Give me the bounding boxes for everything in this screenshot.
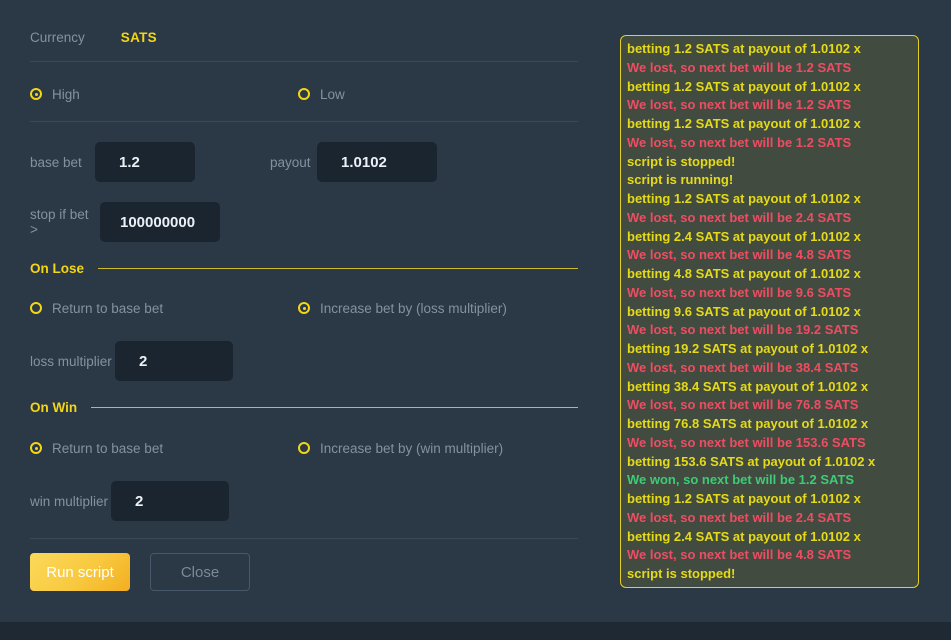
win-return-base-label: Return to base bet xyxy=(52,441,163,456)
lose-increase-label: Increase bet by (loss multiplier) xyxy=(320,301,507,316)
close-button[interactable]: Close xyxy=(150,553,250,591)
run-script-button[interactable]: Run script xyxy=(30,553,130,591)
script-log[interactable]: betting 1.2 SATS at payout of 1.0102 xWe… xyxy=(620,35,919,588)
win-multiplier-input[interactable] xyxy=(111,481,229,521)
stop-bet-row: stop if bet > xyxy=(30,202,220,242)
log-line: We lost, so next bet will be 2.4 SATS xyxy=(627,509,912,528)
low-radio-label: Low xyxy=(320,87,345,102)
win-increase-radio[interactable]: Increase bet by (win multiplier) xyxy=(298,441,503,456)
section-rule xyxy=(91,407,578,408)
direction-radio-group: High Low xyxy=(30,85,578,103)
log-line: script is running! xyxy=(627,171,912,190)
log-line: betting 2.4 SATS at payout of 1.0102 x xyxy=(627,228,912,247)
divider xyxy=(30,121,578,122)
loss-multiplier-row: loss multiplier xyxy=(30,341,233,381)
log-line: We lost, so next bet will be 1.2 SATS xyxy=(627,134,912,153)
base-bet-input[interactable] xyxy=(95,142,195,182)
page-background-strip xyxy=(0,622,951,640)
payout-input[interactable] xyxy=(317,142,437,182)
win-multiplier-row: win multiplier xyxy=(30,481,229,521)
divider xyxy=(30,538,578,539)
log-line: betting 2.4 SATS at payout of 1.0102 x xyxy=(627,528,912,547)
radio-selected-icon xyxy=(30,88,42,100)
lose-increase-radio[interactable]: Increase bet by (loss multiplier) xyxy=(298,301,507,316)
log-line: betting 153.6 SATS at payout of 1.0102 x xyxy=(627,453,912,472)
script-settings-panel: Currency SATS High Low base bet payout s… xyxy=(0,0,600,622)
log-line: betting 1.2 SATS at payout of 1.0102 x xyxy=(627,190,912,209)
on-win-title: On Win xyxy=(30,400,77,415)
radio-selected-icon xyxy=(298,302,310,314)
loss-multiplier-input[interactable] xyxy=(115,341,233,381)
high-radio[interactable]: High xyxy=(30,87,80,102)
section-rule xyxy=(98,268,578,269)
log-line: script is stopped! xyxy=(627,565,912,584)
loss-multiplier-label: loss multiplier xyxy=(30,354,115,369)
radio-unselected-icon xyxy=(30,302,42,314)
radio-unselected-icon xyxy=(298,88,310,100)
bet-settings-row: base bet payout xyxy=(30,142,578,182)
on-lose-title: On Lose xyxy=(30,261,84,276)
log-line: betting 9.6 SATS at payout of 1.0102 x xyxy=(627,303,912,322)
log-line: We lost, so next bet will be 1.2 SATS xyxy=(627,96,912,115)
log-line: betting 38.4 SATS at payout of 1.0102 x xyxy=(627,378,912,397)
currency-label: Currency xyxy=(30,30,85,45)
on-win-radio-group: Return to base bet Increase bet by (win … xyxy=(30,439,578,457)
on-lose-radio-group: Return to base bet Increase bet by (loss… xyxy=(30,299,578,317)
log-line: betting 1.2 SATS at payout of 1.0102 x xyxy=(627,78,912,97)
log-line: We lost, so next bet will be 4.8 SATS xyxy=(627,546,912,565)
log-line: betting 19.2 SATS at payout of 1.0102 x xyxy=(627,340,912,359)
lose-return-base-label: Return to base bet xyxy=(52,301,163,316)
log-line: betting 4.8 SATS at payout of 1.0102 x xyxy=(627,265,912,284)
log-line: We lost, so next bet will be 9.6 SATS xyxy=(627,284,912,303)
log-line: betting 1.2 SATS at payout of 1.0102 x xyxy=(627,40,912,59)
log-line: We lost, so next bet will be 4.8 SATS xyxy=(627,246,912,265)
log-line: We lost, so next bet will be 19.2 SATS xyxy=(627,321,912,340)
log-line: betting 76.8 SATS at payout of 1.0102 x xyxy=(627,415,912,434)
stop-if-bet-label: stop if bet > xyxy=(30,207,100,237)
lose-return-base-radio[interactable]: Return to base bet xyxy=(30,301,163,316)
currency-selector[interactable]: SATS xyxy=(121,30,157,45)
divider xyxy=(30,61,578,62)
log-line: We lost, so next bet will be 38.4 SATS xyxy=(627,359,912,378)
radio-unselected-icon xyxy=(298,442,310,454)
win-multiplier-label: win multiplier xyxy=(30,494,111,509)
log-line: We lost, so next bet will be 1.2 SATS xyxy=(627,59,912,78)
win-return-base-radio[interactable]: Return to base bet xyxy=(30,441,163,456)
log-line: betting 1.2 SATS at payout of 1.0102 x xyxy=(627,490,912,509)
high-radio-label: High xyxy=(52,87,80,102)
on-win-section-header: On Win xyxy=(30,400,578,415)
log-line: We lost, so next bet will be 153.6 SATS xyxy=(627,434,912,453)
base-bet-label: base bet xyxy=(30,155,95,170)
win-increase-label: Increase bet by (win multiplier) xyxy=(320,441,503,456)
radio-selected-icon xyxy=(30,442,42,454)
log-line: We won, so next bet will be 1.2 SATS xyxy=(627,471,912,490)
log-line: We lost, so next bet will be 76.8 SATS xyxy=(627,396,912,415)
log-line: betting 1.2 SATS at payout of 1.0102 x xyxy=(627,115,912,134)
log-line: We lost, so next bet will be 2.4 SATS xyxy=(627,209,912,228)
on-lose-section-header: On Lose xyxy=(30,261,578,276)
log-line: script is stopped! xyxy=(627,153,912,172)
stop-if-bet-input[interactable] xyxy=(100,202,220,242)
low-radio[interactable]: Low xyxy=(298,87,345,102)
currency-row: Currency SATS xyxy=(30,30,157,45)
payout-label: payout xyxy=(270,155,317,170)
